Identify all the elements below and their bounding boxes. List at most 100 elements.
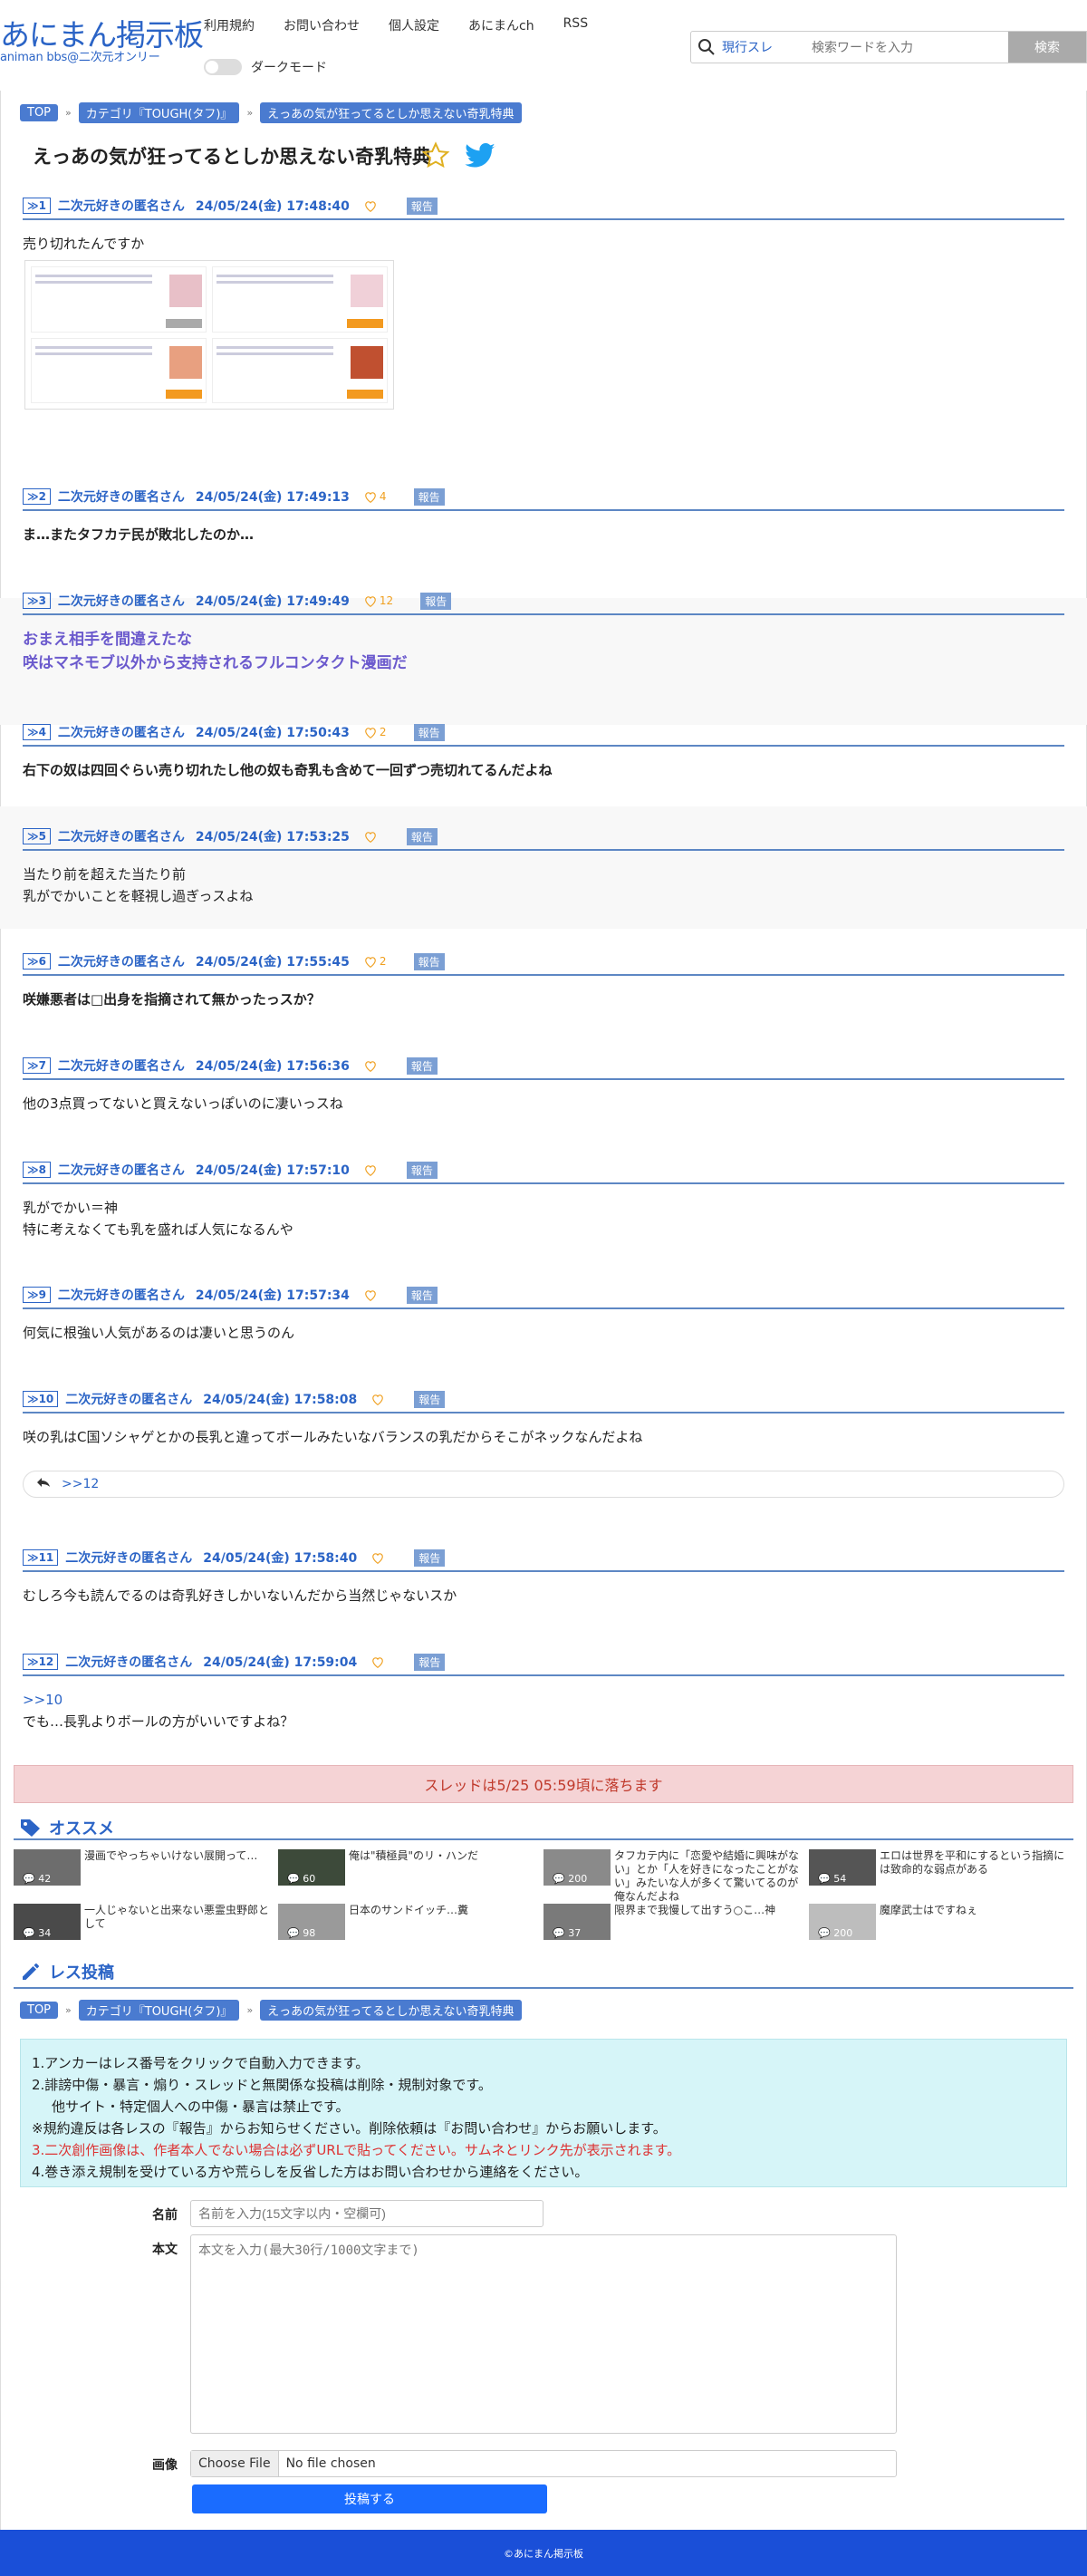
favorite-star-icon[interactable] bbox=[420, 141, 451, 174]
reply-link[interactable]: >>12 bbox=[62, 1477, 99, 1491]
post-10: ≫10 二次元好きの匿名さん 24/05/24(金) 17:58:08 報告 咲… bbox=[23, 1389, 1064, 1448]
recommend-item[interactable]: 💬 98 日本のサンドイッチ…糞 bbox=[278, 1904, 541, 1940]
image-file-input[interactable]: Choose File No file chosen bbox=[190, 2450, 897, 2477]
recommend-item[interactable]: 💬 42 漫画でやっちゃいけない展開って… bbox=[14, 1849, 276, 1886]
post-date: 24/05/24(金) 17:55:45 bbox=[195, 955, 350, 970]
breadcrumb-category[interactable]: カテゴリ『TOUGH(タフ)』 bbox=[78, 2000, 240, 2021]
thumb-button bbox=[347, 390, 383, 399]
recommend-item[interactable]: 💬 60 俺は"積極員"のリ・ハンだ bbox=[278, 1849, 541, 1886]
dark-mode-toggle[interactable] bbox=[204, 59, 242, 75]
breadcrumb-top[interactable]: TOP bbox=[20, 104, 59, 121]
search-button[interactable]: 検索 bbox=[1008, 32, 1086, 63]
post-number-value: 1 bbox=[38, 199, 46, 212]
post-header: ≫8 二次元好きの匿名さん 24/05/24(金) 17:57:10 報告 bbox=[23, 1160, 1064, 1180]
post-number-value: 11 bbox=[38, 1551, 54, 1564]
post-divider bbox=[23, 613, 1064, 615]
post-number[interactable]: ≫10 bbox=[23, 1391, 59, 1407]
post-line: 当たり前を超えた当たり前 bbox=[23, 866, 187, 883]
thumb-text-line bbox=[35, 281, 152, 284]
like-button[interactable] bbox=[364, 200, 380, 212]
post-number-value: 8 bbox=[38, 1163, 46, 1176]
breadcrumb-category[interactable]: カテゴリ『TOUGH(タフ)』 bbox=[78, 102, 240, 123]
breadcrumb-thread[interactable]: えっあの気が狂ってるとしか思えない奇乳特典 bbox=[260, 2000, 522, 2021]
report-button[interactable]: 報告 bbox=[406, 197, 438, 215]
post-form-heading: レス投稿 bbox=[20, 1960, 114, 1983]
post-divider bbox=[23, 745, 1064, 747]
recommend-title: 一人じゃないと出来ない悪霊虫野郎として bbox=[84, 1904, 270, 1930]
post-number[interactable]: ≫7 bbox=[23, 1057, 51, 1074]
like-button[interactable]: 12 bbox=[364, 594, 393, 607]
rule-line: 他サイト・特定個人への中傷・暴言は禁止です。 bbox=[52, 2098, 350, 2115]
twitter-share-icon[interactable] bbox=[464, 143, 496, 174]
post-number[interactable]: ≫4 bbox=[23, 724, 51, 740]
post-number[interactable]: ≫11 bbox=[23, 1549, 59, 1566]
nav-animanch[interactable]: あにまんch bbox=[468, 16, 534, 34]
site-logo[interactable]: あにまん掲示板 animan bbs@二次元オンリー bbox=[0, 20, 204, 63]
name-field[interactable] bbox=[190, 2200, 544, 2227]
post-number[interactable]: ≫3 bbox=[23, 593, 51, 609]
post-line: 咲の乳はC国ソシャゲとかの長乳と違ってボールみたいなバランスの乳だからそこがネッ… bbox=[23, 1429, 643, 1445]
like-button[interactable] bbox=[371, 1394, 387, 1405]
recommend-item[interactable]: 💬 37 限界まで我慢して出すう○こ…神 bbox=[544, 1904, 806, 1940]
post-date: 24/05/24(金) 17:50:43 bbox=[195, 726, 350, 740]
post-number[interactable]: ≫9 bbox=[23, 1287, 51, 1303]
report-button[interactable]: 報告 bbox=[406, 1056, 438, 1075]
recommend-item[interactable]: 💬 200 魔摩武士はですねぇ bbox=[809, 1904, 1072, 1940]
post-header: ≫6 二次元好きの匿名さん 24/05/24(金) 17:55:45 2 報告 bbox=[23, 951, 1064, 971]
breadcrumb-top[interactable]: TOP bbox=[20, 2002, 59, 2019]
report-button[interactable]: 報告 bbox=[413, 952, 445, 970]
choose-file-button[interactable]: Choose File bbox=[191, 2451, 279, 2476]
search-scope-select[interactable]: 現行スレ bbox=[722, 32, 808, 63]
post-number[interactable]: ≫12 bbox=[23, 1654, 59, 1670]
nav-terms[interactable]: 利用規約 bbox=[204, 16, 255, 34]
rule-line: 1.アンカーはレス番号をクリックで自動入力できます。 bbox=[32, 2055, 370, 2071]
recommend-item[interactable]: 💬 200 タフカテ内に「恋愛や結婚に興味がない」とか「人を好きになったことがない… bbox=[544, 1849, 806, 1902]
report-button[interactable]: 報告 bbox=[413, 723, 445, 741]
post-body: 咲嫌悪者は□出身を指摘されて無かったっスか？ bbox=[23, 989, 1064, 1010]
like-button[interactable]: 4 bbox=[364, 490, 387, 503]
nav-settings[interactable]: 個人設定 bbox=[389, 16, 439, 34]
report-button[interactable]: 報告 bbox=[414, 1390, 446, 1408]
post-line: 何気に根強い人気があるのは凄いと思うのん bbox=[23, 1325, 295, 1341]
comment-count-value: 37 bbox=[568, 1927, 582, 1939]
report-button[interactable]: 報告 bbox=[406, 827, 438, 845]
report-button[interactable]: 報告 bbox=[406, 1161, 438, 1179]
post-number[interactable]: ≫6 bbox=[23, 953, 51, 970]
recommend-thumb: 💬 60 bbox=[278, 1849, 345, 1886]
heart-icon bbox=[372, 1394, 384, 1405]
post-body: 乳がでかい＝神 特に考えなくても乳を盛れば人気になるんや bbox=[23, 1197, 1064, 1240]
nav-contact[interactable]: お問い合わせ bbox=[284, 16, 360, 34]
like-button[interactable] bbox=[364, 1289, 380, 1301]
thumb-figure bbox=[169, 275, 202, 307]
comment-count: 💬 54 bbox=[818, 1873, 847, 1885]
search-input[interactable] bbox=[808, 32, 1008, 63]
recommend-item[interactable]: 💬 54 エロは世界を平和にするという指摘には致命的な弱点がある bbox=[809, 1849, 1072, 1886]
report-button[interactable]: 報告 bbox=[414, 1653, 446, 1671]
like-button[interactable] bbox=[371, 1552, 387, 1564]
nav-rss[interactable]: RSS bbox=[563, 16, 589, 34]
post-number[interactable]: ≫1 bbox=[23, 198, 51, 214]
like-button[interactable] bbox=[364, 1164, 380, 1176]
submit-button[interactable]: 投稿する bbox=[192, 2484, 547, 2513]
like-button[interactable]: 2 bbox=[364, 955, 387, 968]
report-button[interactable]: 報告 bbox=[414, 1548, 446, 1567]
like-button[interactable]: 2 bbox=[364, 726, 387, 738]
breadcrumb-thread[interactable]: えっあの気が狂ってるとしか思えない奇乳特典 bbox=[260, 102, 522, 123]
like-button[interactable] bbox=[364, 831, 380, 843]
post-image-thumbnail[interactable] bbox=[24, 260, 394, 410]
poster-name: 二次元好きの匿名さん bbox=[57, 199, 185, 214]
post-line: でも…長乳よりボールの方がいいですよね？ bbox=[23, 1713, 294, 1730]
post-number[interactable]: ≫5 bbox=[23, 828, 51, 844]
body-field[interactable] bbox=[190, 2234, 897, 2434]
report-button[interactable]: 報告 bbox=[420, 592, 452, 610]
report-button[interactable]: 報告 bbox=[406, 1286, 438, 1304]
anchor-link[interactable]: >>10 bbox=[23, 1689, 1064, 1711]
recommend-item[interactable]: 💬 34 一人じゃないと出来ない悪霊虫野郎として bbox=[14, 1904, 276, 1940]
like-button[interactable] bbox=[364, 1060, 380, 1072]
report-button[interactable]: 報告 bbox=[413, 487, 445, 506]
thumb-text-line bbox=[35, 345, 152, 349]
like-button[interactable] bbox=[371, 1656, 387, 1668]
post-4: ≫4 二次元好きの匿名さん 24/05/24(金) 17:50:43 2 報告 … bbox=[23, 722, 1064, 781]
post-number[interactable]: ≫8 bbox=[23, 1162, 51, 1178]
post-number[interactable]: ≫2 bbox=[23, 488, 51, 505]
